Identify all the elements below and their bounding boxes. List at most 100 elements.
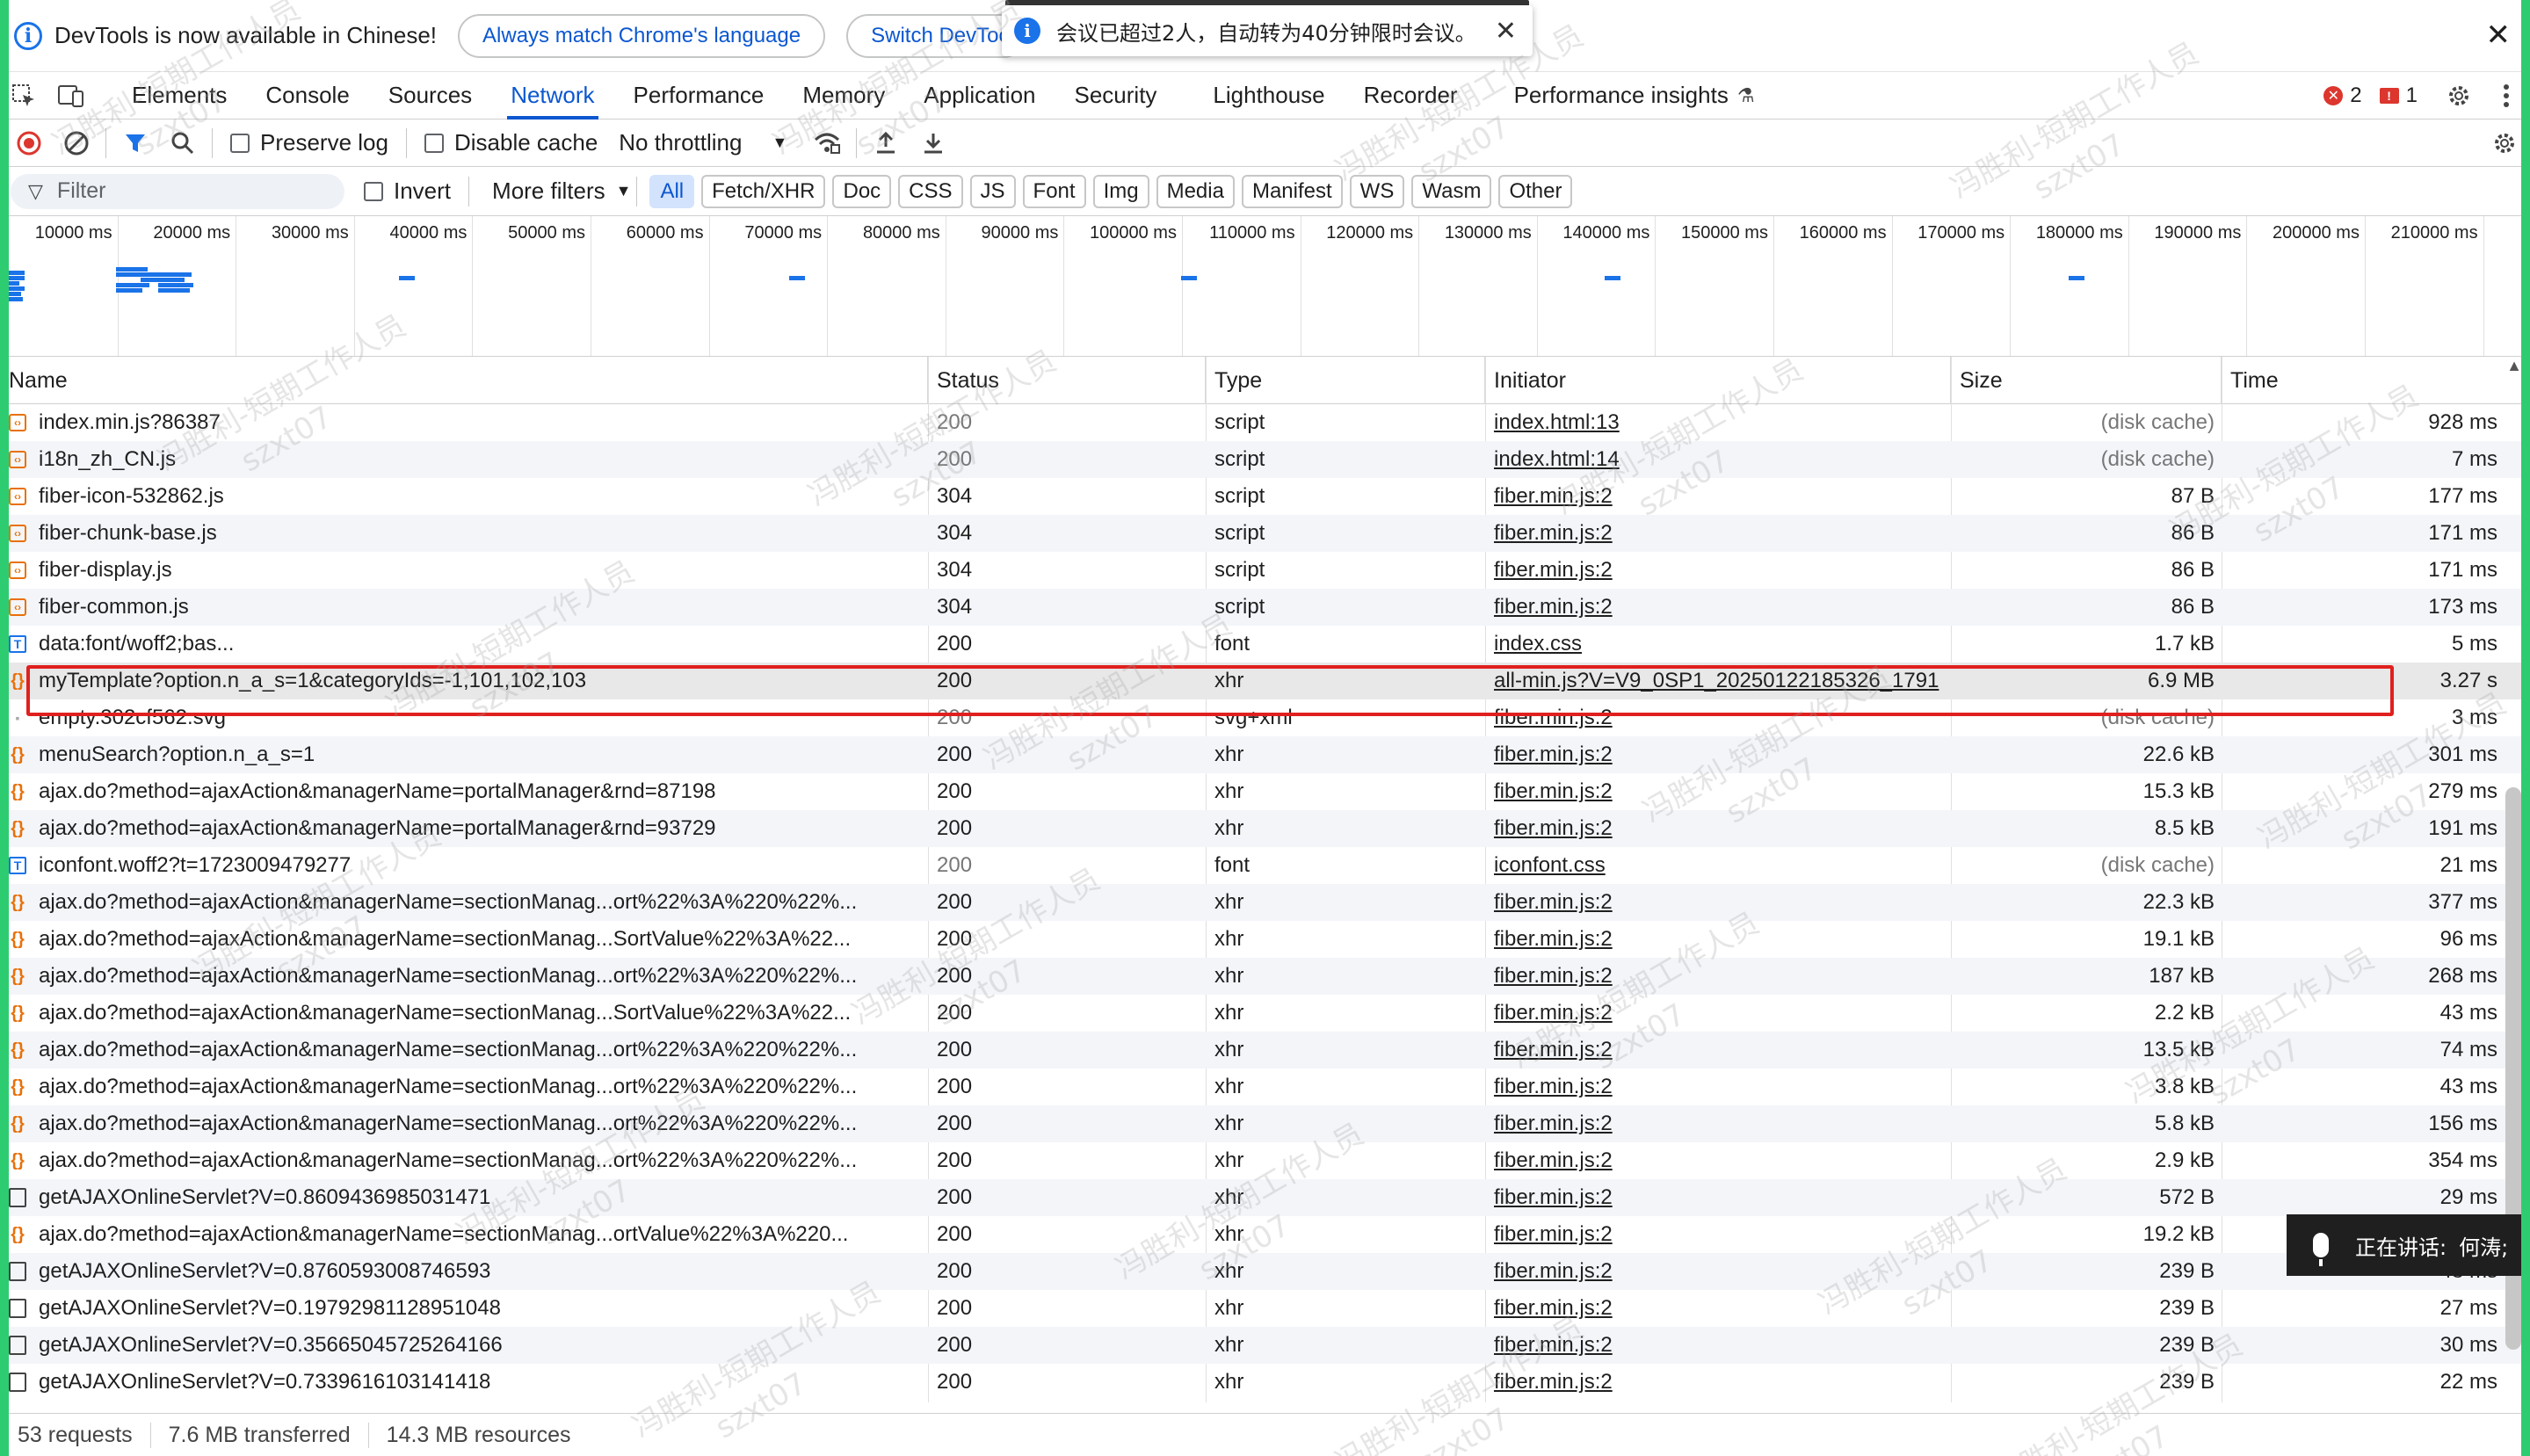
invert-checkbox[interactable]: Invert — [364, 177, 451, 205]
request-row[interactable]: {} ajax.do?method=ajaxAction&managerName=… — [0, 1032, 2530, 1068]
request-name-cell[interactable]: ‹› fiber-display.js — [0, 552, 928, 589]
tab-elements[interactable]: Elements — [112, 72, 246, 120]
request-initiator-link[interactable]: fiber.min.js:2 — [1485, 699, 1951, 736]
request-name-cell[interactable]: ‹› fiber-icon-532862.js — [0, 478, 928, 515]
column-time[interactable]: Time — [2222, 357, 2505, 404]
preserve-log-checkbox[interactable]: Preserve log — [230, 129, 388, 156]
request-row[interactable]: ‹› fiber-display.js 304 script fiber.min.js:… — [0, 552, 2530, 589]
request-initiator-link[interactable]: fiber.min.js:2 — [1485, 1216, 1951, 1253]
request-initiator-link[interactable]: fiber.min.js:2 — [1485, 736, 1951, 773]
request-initiator-link[interactable]: fiber.min.js:2 — [1485, 515, 1951, 552]
request-initiator-link[interactable]: fiber.min.js:2 — [1485, 552, 1951, 589]
request-row[interactable]: {} myTemplate?option.n_a_s=1&categoryIds=… — [0, 663, 2530, 699]
request-row[interactable]: getAJAXOnlineServlet?V=0.197929811289510… — [0, 1290, 2530, 1327]
device-toolbar-icon[interactable] — [47, 72, 95, 120]
request-name-cell[interactable]: {} ajax.do?method=ajaxAction&managerName=… — [0, 884, 928, 921]
tab-performance[interactable]: Performance — [614, 72, 784, 120]
request-row[interactable]: getAJAXOnlineServlet?V=0.733961610314141… — [0, 1364, 2530, 1401]
request-row[interactable]: {} ajax.do?method=ajaxAction&managerName=… — [0, 921, 2530, 958]
issue-count[interactable]: ! 1 — [2379, 83, 2418, 108]
request-name-cell[interactable]: Ticonfont.woff2?t=1723009479277 — [0, 847, 928, 884]
checkbox-box[interactable] — [364, 181, 383, 201]
request-row[interactable]: {} ajax.do?method=ajaxAction&managerName=… — [0, 1105, 2530, 1142]
request-initiator-link[interactable]: fiber.min.js:2 — [1485, 1068, 1951, 1105]
request-initiator-link[interactable]: fiber.min.js:2 — [1485, 1253, 1951, 1290]
more-filters-dropdown[interactable]: More filters ▼ — [492, 177, 631, 205]
filter-type-ws[interactable]: WS — [1349, 174, 1405, 208]
request-initiator-link[interactable]: fiber.min.js:2 — [1485, 1327, 1951, 1364]
request-name-cell[interactable]: {} ajax.do?method=ajaxAction&managerName=… — [0, 773, 928, 810]
request-row[interactable]: {} ajax.do?method=ajaxAction&managerName=… — [0, 884, 2530, 921]
request-initiator-link[interactable]: fiber.min.js:2 — [1485, 1105, 1951, 1142]
checkbox-box[interactable] — [230, 133, 250, 153]
request-row[interactable]: ‹› i18n_zh_CN.js 200 script index.html:14 (di… — [0, 441, 2530, 478]
clear-icon[interactable] — [53, 120, 100, 167]
request-row[interactable]: {} ajax.do?method=ajaxAction&managerName=… — [0, 810, 2530, 847]
filter-funnel-icon[interactable] — [112, 120, 159, 167]
request-initiator-link[interactable]: fiber.min.js:2 — [1485, 995, 1951, 1032]
always-match-language-button[interactable]: Always match Chrome's language — [458, 13, 826, 58]
request-name-cell[interactable]: ‹› fiber-common.js — [0, 589, 928, 626]
request-initiator-link[interactable]: fiber.min.js:2 — [1485, 1032, 1951, 1068]
stop-recording-icon[interactable] — [5, 120, 53, 167]
filter-type-other[interactable]: Other — [1498, 174, 1573, 208]
request-name-cell[interactable]: getAJAXOnlineServlet?V=0.876059300874659… — [0, 1253, 928, 1290]
filter-type-font[interactable]: Font — [1022, 174, 1086, 208]
timeline-overview[interactable]: 10000 ms 20000 ms 30000 ms 40000 ms 50000 ms… — [0, 216, 2530, 357]
tab-network[interactable]: Network — [491, 72, 613, 120]
request-name-cell[interactable]: {} menuSearch?option.n_a_s=1 — [0, 736, 928, 773]
request-initiator-link[interactable]: fiber.min.js:2 — [1485, 1290, 1951, 1327]
request-initiator-link[interactable]: iconfont.css — [1485, 847, 1951, 884]
tab-security[interactable]: Security — [1055, 72, 1177, 120]
request-row[interactable]: ‹› fiber-common.js 304 script fiber.min.js:2… — [0, 589, 2530, 626]
request-row[interactable]: ‹› fiber-icon-532862.js 304 script fiber.min… — [0, 478, 2530, 515]
tab-lighthouse[interactable]: Lighthouse — [1193, 72, 1344, 120]
filter-type-img[interactable]: Img — [1092, 174, 1149, 208]
request-name-cell[interactable]: getAJAXOnlineServlet?V=0.356650457252641… — [0, 1327, 928, 1364]
request-row[interactable]: {} menuSearch?option.n_a_s=1 200 xhr fiber.m… — [0, 736, 2530, 773]
request-row[interactable]: {} ajax.do?method=ajaxAction&managerName=… — [0, 773, 2530, 810]
request-name-cell[interactable]: ‹› index.min.js?86387 — [0, 404, 928, 441]
request-initiator-link[interactable]: all-min.js?V=V9_0SP1_20250122185326_1791 — [1485, 663, 1951, 699]
request-initiator-link[interactable]: fiber.min.js:2 — [1485, 478, 1951, 515]
request-row[interactable]: Tdata:font/woff2;bas... 200 font index.css 1… — [0, 626, 2530, 663]
filter-type-js[interactable]: JS — [969, 174, 1016, 208]
settings-gear-icon[interactable] — [2435, 72, 2483, 120]
request-initiator-link[interactable]: fiber.min.js:2 — [1485, 773, 1951, 810]
request-name-cell[interactable]: {} ajax.do?method=ajaxAction&managerName=… — [0, 958, 928, 995]
network-conditions-icon[interactable] — [803, 120, 851, 167]
request-name-cell[interactable]: {} ajax.do?method=ajaxAction&managerName=… — [0, 1068, 928, 1105]
request-row[interactable]: ▪ empty.302cf562.svg 200 svg+xml fiber.min.j… — [0, 699, 2530, 736]
request-initiator-link[interactable]: index.html:13 — [1485, 404, 1951, 441]
column-status[interactable]: Status — [928, 357, 1206, 404]
request-initiator-link[interactable]: fiber.min.js:2 — [1485, 1142, 1951, 1179]
request-row[interactable]: {} ajax.do?method=ajaxAction&managerName=… — [0, 1216, 2530, 1253]
filter-type-doc[interactable]: Doc — [832, 174, 892, 208]
search-icon[interactable] — [159, 120, 207, 167]
tab-recorder[interactable]: Recorder — [1345, 72, 1477, 120]
request-name-cell[interactable]: Tdata:font/woff2;bas... — [0, 626, 928, 663]
tab-application[interactable]: Application — [904, 72, 1055, 120]
checkbox-box[interactable] — [424, 133, 444, 153]
request-row[interactable]: getAJAXOnlineServlet?V=0.356650457252641… — [0, 1327, 2530, 1364]
request-initiator-link[interactable]: fiber.min.js:2 — [1485, 1364, 1951, 1401]
request-initiator-link[interactable]: fiber.min.js:2 — [1485, 884, 1951, 921]
request-name-cell[interactable]: {} ajax.do?method=ajaxAction&managerName=… — [0, 995, 928, 1032]
request-name-cell[interactable]: ▪ empty.302cf562.svg — [0, 699, 928, 736]
request-name-cell[interactable]: {} ajax.do?method=ajaxAction&managerName=… — [0, 1216, 928, 1253]
request-name-cell[interactable]: getAJAXOnlineServlet?V=0.197929811289510… — [0, 1290, 928, 1327]
filter-type-all[interactable]: All — [649, 174, 695, 208]
column-name[interactable]: Name — [0, 357, 928, 404]
request-name-cell[interactable]: getAJAXOnlineServlet?V=0.860943698503147… — [0, 1179, 928, 1216]
request-row[interactable]: ‹› index.min.js?86387 200 script index.html:… — [0, 404, 2530, 441]
request-row[interactable]: ‹› fiber-chunk-base.js 304 script fiber.min.… — [0, 515, 2530, 552]
import-har-icon[interactable] — [862, 120, 910, 167]
tab-memory[interactable]: Memory — [783, 72, 904, 120]
disable-cache-checkbox[interactable]: Disable cache — [424, 129, 598, 156]
tab-performance-insights[interactable]: Performance insights — [1495, 72, 1748, 120]
filter-type-media[interactable]: Media — [1156, 174, 1235, 208]
filter-type-wasm[interactable]: Wasm — [1411, 174, 1492, 208]
request-row[interactable]: getAJAXOnlineServlet?V=0.860943698503147… — [0, 1179, 2530, 1216]
request-row[interactable]: getAJAXOnlineServlet?V=0.876059300874659… — [0, 1253, 2530, 1290]
request-name-cell[interactable]: ‹› i18n_zh_CN.js — [0, 441, 928, 478]
